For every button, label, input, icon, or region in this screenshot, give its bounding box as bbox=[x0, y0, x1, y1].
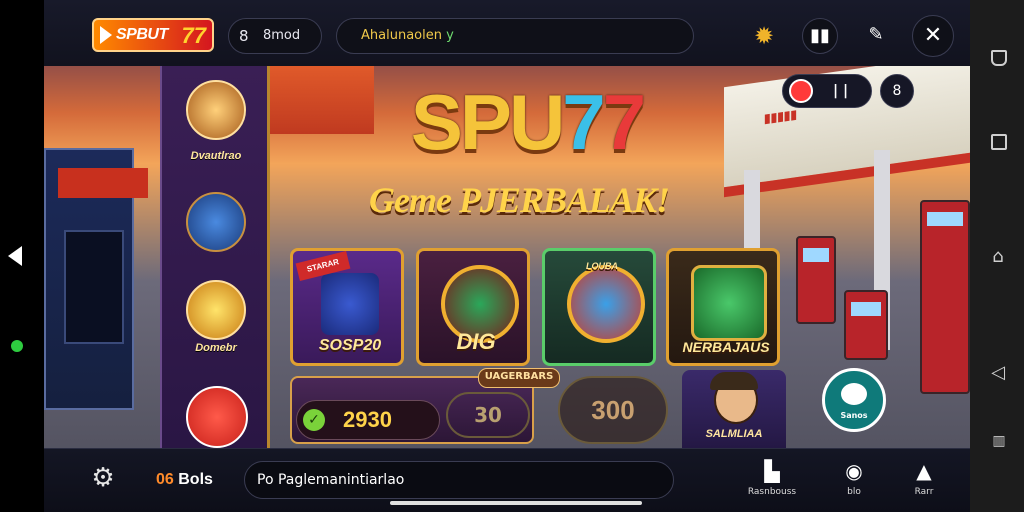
trophy-button[interactable]: ▲ Rarr bbox=[896, 457, 952, 507]
fab-label: Sanos bbox=[840, 411, 868, 420]
notification-shade-icon[interactable] bbox=[991, 50, 1007, 66]
search-bar[interactable]: Ahalunaolen y bbox=[336, 18, 694, 54]
trophy-label: Rarr bbox=[914, 487, 934, 497]
user-icon: 8 bbox=[239, 27, 249, 45]
game-card[interactable]: DIG bbox=[416, 248, 530, 366]
stats-icon[interactable]: ▮▮ bbox=[802, 18, 838, 54]
check-icon: ✓ bbox=[303, 409, 325, 431]
trophy-icon: ▲ bbox=[916, 459, 932, 483]
side-menu: Dvautlrao Domebr bbox=[160, 66, 270, 448]
jackpot-panel: UAGERBARS ✓ 2930 30 bbox=[290, 368, 560, 444]
app-logo[interactable]: SPBUT 77 bbox=[92, 18, 214, 52]
leaderboard-icon: ▙ bbox=[764, 459, 780, 483]
sun-icon[interactable]: ✹ bbox=[750, 22, 778, 50]
station-sign: ▮▮▮▮▮ bbox=[764, 107, 798, 126]
leaderboard-label: Rasnbouss bbox=[747, 487, 797, 497]
logo-arrow-icon bbox=[100, 26, 112, 44]
top-bar: SPBUT 77 8 8mod Ahalunaolen y ✹ ▮▮ ✎ ✕ bbox=[44, 0, 970, 66]
gem-emblem-icon bbox=[567, 265, 645, 343]
jackpot-value-pill[interactable]: ✓ 2930 bbox=[296, 400, 440, 440]
card-label: NERBAJAUS bbox=[682, 339, 770, 355]
side-item-lightning[interactable]: Domebr bbox=[162, 280, 270, 370]
back-icon[interactable]: ◁ bbox=[989, 364, 1007, 382]
card-label: SOSP20 bbox=[318, 337, 382, 354]
card-label: DIG bbox=[456, 329, 496, 354]
side-item-label: Dvautlrao bbox=[190, 150, 242, 162]
search-text: Ahalunaolen y bbox=[361, 28, 454, 43]
side-item-character[interactable]: Dvautlrao bbox=[162, 80, 270, 170]
system-nav-rail: ⌂ ◁ ▥ bbox=[970, 0, 1024, 512]
character-card[interactable]: SALMLIAA bbox=[682, 370, 786, 448]
notification-button[interactable]: ◉ blo bbox=[826, 457, 882, 507]
treasure-chest-icon bbox=[321, 273, 379, 335]
coin-big: 300 bbox=[558, 376, 668, 444]
sound-pause-pill[interactable]: | | bbox=[782, 74, 872, 108]
logo-number: 77 bbox=[181, 23, 206, 48]
jackpot-value: 2930 bbox=[343, 407, 392, 432]
keyboard-icon[interactable]: ▥ bbox=[989, 432, 1007, 450]
status-dot-icon bbox=[11, 340, 23, 352]
background-canopy bbox=[256, 66, 374, 134]
pause-label: | | bbox=[833, 83, 849, 99]
side-item-shop[interactable] bbox=[162, 386, 270, 448]
background-pump bbox=[844, 290, 888, 360]
leaderboard-button[interactable]: ▙ Rasnbouss bbox=[744, 457, 800, 507]
card-label: LOUBA bbox=[586, 261, 618, 271]
user-label: 8mod bbox=[263, 28, 301, 43]
background-pump bbox=[796, 236, 836, 324]
side-item-fuel[interactable] bbox=[162, 192, 270, 262]
notification-label: blo bbox=[847, 487, 861, 497]
fruit-icon bbox=[789, 79, 813, 103]
recents-icon[interactable] bbox=[991, 134, 1007, 150]
user-button[interactable]: 8 8mod bbox=[228, 18, 322, 54]
character-hat-icon bbox=[710, 372, 758, 390]
home-icon[interactable]: ⌂ bbox=[989, 248, 1007, 266]
bottom-bar: ⚙ 06 Bols Po Paglemanintiarlao ▙ Rasnbou… bbox=[44, 448, 970, 512]
hero-title: SPU77 bbox=[410, 78, 646, 166]
game-card[interactable]: LOUBA bbox=[542, 248, 656, 366]
edit-icon[interactable]: ✎ bbox=[858, 18, 894, 54]
back-arrow-icon[interactable] bbox=[8, 246, 22, 266]
close-icon[interactable]: ✕ bbox=[912, 15, 954, 57]
refresh-icon: 8 bbox=[892, 83, 902, 99]
gear-icon[interactable]: ⚙ bbox=[88, 463, 118, 493]
background-pump bbox=[920, 200, 970, 394]
money-chest-icon bbox=[691, 265, 767, 341]
character-name: SALMLIAA bbox=[705, 428, 763, 440]
jackpot-title: UAGERBARS bbox=[478, 368, 560, 388]
coin-small: 30 bbox=[446, 392, 530, 438]
shopping-bag-icon bbox=[186, 386, 248, 448]
logo-text: SPBUT bbox=[116, 26, 168, 43]
lightning-icon bbox=[186, 280, 246, 340]
refresh-button[interactable]: 8 bbox=[880, 74, 914, 108]
background-left-pump bbox=[44, 148, 148, 410]
side-item-label: Domebr bbox=[195, 342, 237, 354]
hero-subtitle: Geme PJERBALAK! bbox=[368, 180, 670, 220]
chat-input[interactable]: Po Paglemanintiarlao bbox=[244, 461, 674, 499]
coin-balance: 06 Bols bbox=[156, 471, 213, 488]
fuel-nozzle-icon bbox=[186, 192, 246, 252]
game-viewport: ▮▮▮▮▮ SPBUT 77 8 8mod Ahalunaolen y ✹ ▮▮… bbox=[44, 0, 970, 512]
character-icon bbox=[186, 80, 246, 140]
left-rail bbox=[0, 0, 44, 512]
action-fab[interactable]: Sanos bbox=[822, 368, 886, 432]
game-card[interactable]: NERBAJAUS bbox=[666, 248, 780, 366]
home-indicator bbox=[390, 501, 642, 505]
chat-bubble-icon bbox=[841, 383, 867, 405]
game-card[interactable]: STARAR SOSP20 bbox=[290, 248, 404, 366]
notification-icon: ◉ bbox=[845, 459, 863, 483]
